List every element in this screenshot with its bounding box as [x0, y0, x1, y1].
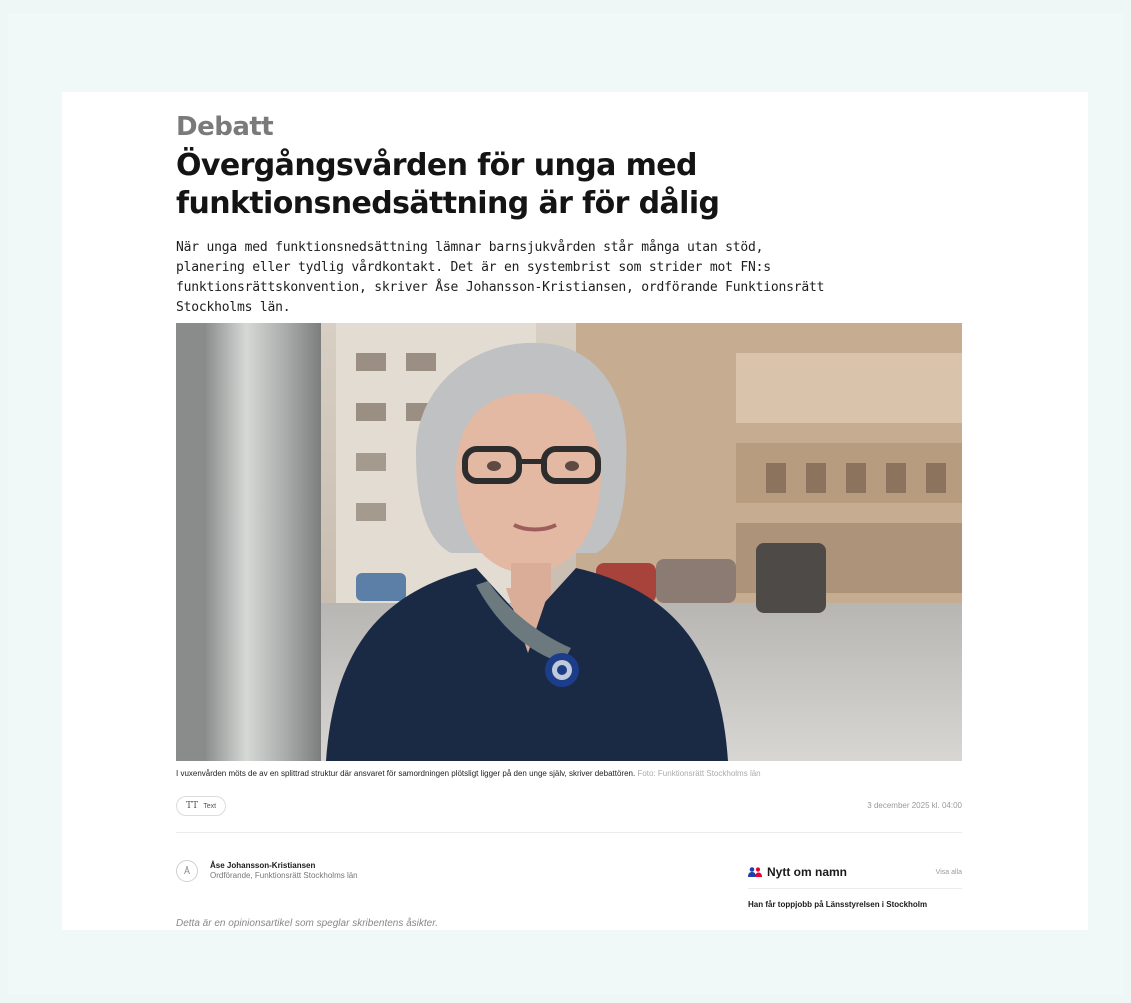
show-all-link[interactable]: Visa alla: [936, 869, 962, 876]
author-name[interactable]: Åse Johansson-Kristiansen: [210, 861, 358, 871]
photo-credit: Foto: Funktionsrätt Stockholms län: [637, 769, 761, 778]
section-label[interactable]: Debatt: [176, 112, 274, 142]
article-card: Debatt Övergångsvården för unga med funk…: [62, 92, 1088, 930]
sidebar-divider: [748, 888, 962, 889]
text-size-icon: TT: [186, 801, 199, 811]
article-headline: Övergångsvården för unga med funktionsne…: [176, 148, 720, 221]
article-lead: När unga med funktionsnedsättning lämnar…: [176, 240, 825, 315]
caption-text: I vuxenvården möts de av en splittrad st…: [176, 769, 636, 778]
sidebar-news-item[interactable]: Han får toppjobb på Länsstyrelsen i Stoc…: [748, 900, 938, 910]
sidebar-news-widget: Nytt om namn Visa alla Han får toppjobb …: [748, 864, 962, 910]
article-photo[interactable]: [176, 323, 962, 761]
text-size-label: Text: [203, 802, 217, 810]
divider: [176, 832, 962, 833]
text-size-button[interactable]: TT Text: [176, 796, 227, 816]
photo-caption: I vuxenvården möts de av en splittrad st…: [176, 769, 962, 778]
author-avatar: Å: [176, 860, 198, 882]
publish-date: 3 december 2025 kl. 04:00: [867, 801, 962, 810]
sidebar-title-text: Nytt om namn: [767, 865, 848, 879]
sidebar-title: Nytt om namn: [748, 865, 847, 879]
sidebar-header: Nytt om namn Visa alla: [748, 864, 962, 880]
opinion-disclaimer: Detta är en opinionsartikel som speglar …: [176, 918, 438, 929]
people-icon: [748, 867, 762, 877]
author-role: Ordförande, Funktionsrätt Stockholms län: [210, 871, 358, 880]
author-byline[interactable]: Å Åse Johansson-Kristiansen Ordförande, …: [176, 860, 358, 882]
author-info: Åse Johansson-Kristiansen Ordförande, Fu…: [210, 861, 358, 881]
portrait-photo: [176, 323, 962, 761]
